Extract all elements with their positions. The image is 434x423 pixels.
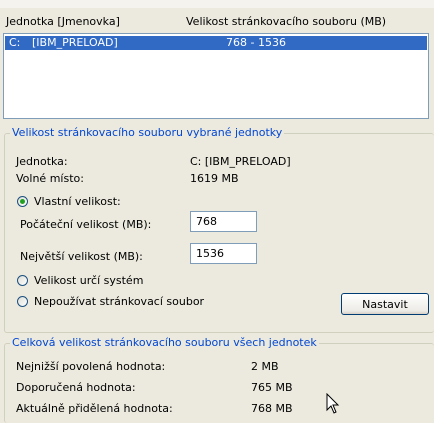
column-header-drive[interactable]: Jednotka [Jmenovka] [6,15,120,28]
selected-drive-group-title: Velikost stránkovacího souboru vybrané j… [10,126,285,139]
max-size-field[interactable] [190,243,257,264]
free-space-label: Volné místo: [16,172,84,185]
currently-allocated-label: Aktuálně přidělená hodnota: [16,402,173,415]
minimum-allowed-value: 2 MB [251,360,279,373]
custom-size-radio[interactable] [17,196,28,207]
free-space-value: 1619 MB [190,172,239,185]
drive-list-row[interactable]: C: [IBM_PRELOAD] 768 - 1536 [5,36,427,50]
drive-paging-size: 768 - 1536 [226,36,286,49]
no-paging-file-radio[interactable] [17,296,28,307]
no-paging-file-label[interactable]: Nepoužívat stránkovací soubor [34,295,204,308]
minimum-allowed-label: Nejnižší povolená hodnota: [16,360,166,373]
system-managed-label[interactable]: Velikost určí systém [34,274,143,287]
custom-size-label[interactable]: Vlastní velikost: [34,195,121,208]
set-button[interactable]: Nastavit [341,293,429,315]
drive-label: [IBM_PRELOAD] [32,36,118,49]
drive-label-text: Jednotka: [16,155,68,168]
drive-value: C: [IBM_PRELOAD] [190,155,291,168]
column-header-size[interactable]: Velikost stránkovacího souboru (MB) [186,15,386,28]
drive-list[interactable]: C: [IBM_PRELOAD] 768 - 1536 [3,33,429,119]
initial-size-field[interactable] [190,211,257,232]
system-managed-radio[interactable] [17,275,28,286]
drive-letter: C: [9,36,21,49]
recommended-value: 765 MB [251,381,293,394]
max-size-label: Největší velikost (MB): [20,250,143,263]
currently-allocated-value: 768 MB [251,402,293,415]
top-strip [0,0,434,8]
recommended-label: Doporučená hodnota: [16,381,136,394]
initial-size-label: Počáteční velikost (MB): [20,218,152,231]
mouse-pointer-icon [326,393,340,414]
total-size-group-title: Celková velikost stránkovacího souboru v… [10,336,319,349]
